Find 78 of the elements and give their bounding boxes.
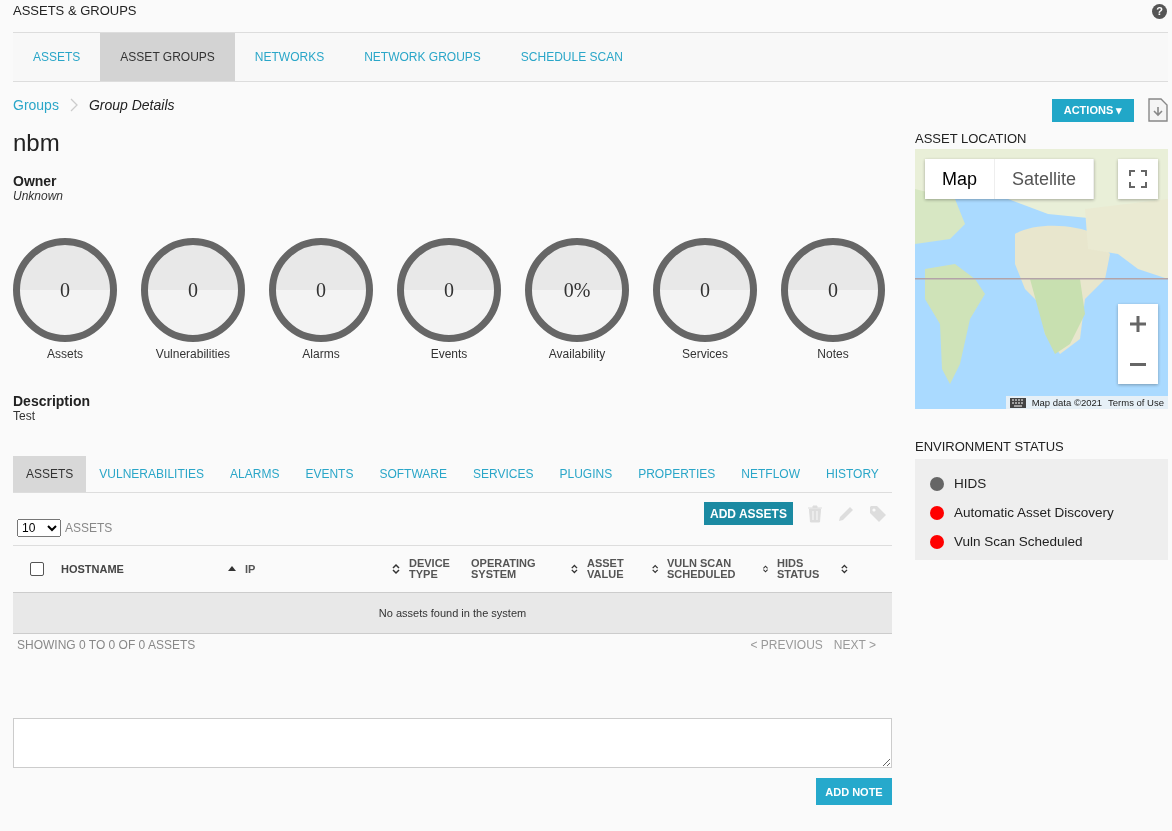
plus-icon xyxy=(1129,315,1147,333)
sort-up-icon[interactable] xyxy=(227,564,237,574)
zoom-in-button[interactable] xyxy=(1118,304,1158,344)
map-type-button[interactable]: Map xyxy=(925,159,995,199)
detail-tab[interactable]: SERVICES xyxy=(460,456,547,492)
column-header[interactable]: OPERATING SYSTEM xyxy=(471,558,571,580)
zoom-out-button[interactable] xyxy=(1118,344,1158,384)
detail-tab[interactable]: VULNERABILITIES xyxy=(86,456,218,492)
page-size-label: ASSETS xyxy=(65,521,113,535)
map-type-button[interactable]: Satellite xyxy=(995,159,1095,199)
nav-tab[interactable]: NETWORKS xyxy=(234,33,345,81)
stat-label: Events xyxy=(430,347,468,361)
detail-tab[interactable]: PLUGINS xyxy=(546,456,626,492)
page-title: ASSETS & GROUPS xyxy=(13,2,137,18)
nav-tab[interactable]: ASSETS xyxy=(13,33,101,81)
fullscreen-icon xyxy=(1129,170,1147,188)
chevron-icon xyxy=(69,98,78,112)
stat-label: Assets xyxy=(47,347,83,361)
minus-icon xyxy=(1129,362,1147,366)
actions-button[interactable]: ACTIONS ▾ xyxy=(1052,98,1134,122)
description-text: Test xyxy=(13,409,36,423)
column-header[interactable]: HOSTNAME xyxy=(61,563,124,575)
keyboard-icon[interactable] xyxy=(1009,397,1026,408)
stat-label: Vulnerabilities xyxy=(155,347,231,361)
stat-circle: 0 xyxy=(269,238,373,342)
sort-icon[interactable] xyxy=(762,563,769,575)
breadcrumb-link[interactable]: Groups xyxy=(13,97,59,113)
column-header[interactable]: DEVICE TYPE xyxy=(409,558,463,580)
detail-tab[interactable]: ALARMS xyxy=(217,456,293,492)
select-all-checkbox[interactable] xyxy=(30,562,44,576)
terms-link[interactable]: Terms of Use xyxy=(1108,397,1164,408)
nav-tab[interactable]: NETWORK GROUPS xyxy=(344,33,501,81)
column-header[interactable]: ASSET VALUE xyxy=(587,558,651,580)
group-name: nbm xyxy=(13,129,61,158)
map-attribution: Map data ©2021 xyxy=(1031,397,1103,408)
empty-message: No assets found in the system xyxy=(378,607,527,619)
note-field[interactable] xyxy=(13,718,892,768)
add-assets-button[interactable]: ADD ASSETS xyxy=(704,502,793,525)
breadcrumb-current: Group Details xyxy=(88,97,175,113)
stat-circle: 0 xyxy=(397,238,501,342)
sort-icon[interactable] xyxy=(840,563,849,575)
stat-circle: 0 xyxy=(141,238,245,342)
stat-label: Availability xyxy=(548,347,606,361)
column-header[interactable]: IP xyxy=(245,563,256,575)
stat-circle: 0% xyxy=(525,238,629,342)
nav-tab[interactable]: ASSET GROUPS xyxy=(100,33,235,81)
status-label: Automatic Asset Discovery xyxy=(954,505,1114,520)
download-icon[interactable] xyxy=(1148,98,1168,122)
detail-tab[interactable]: NETFLOW xyxy=(728,456,813,492)
sort-icon[interactable] xyxy=(391,563,401,575)
section-title: ASSET LOCATION xyxy=(915,131,1028,148)
detail-tab[interactable]: HISTORY xyxy=(812,456,892,492)
column-header[interactable]: HIDS STATUS xyxy=(777,558,841,580)
sort-icon[interactable] xyxy=(650,563,659,575)
add-note-button[interactable]: ADD NOTE xyxy=(816,778,892,805)
stat-label: Alarms xyxy=(302,347,340,361)
help-icon[interactable]: ? xyxy=(1152,3,1167,19)
nav-tab[interactable]: SCHEDULE SCAN xyxy=(500,33,643,81)
detail-tab[interactable]: EVENTS xyxy=(292,456,367,492)
stat-label: Notes xyxy=(817,347,849,361)
stat-circle: 0 xyxy=(653,238,757,342)
stat-label: Services xyxy=(682,347,728,361)
section-title: ENVIRONMENT STATUS xyxy=(915,439,1065,456)
description-label: Description xyxy=(13,393,91,409)
column-header[interactable]: VULN SCAN SCHEDULED xyxy=(667,558,762,580)
detail-tab[interactable]: PROPERTIES xyxy=(625,456,729,492)
fullscreen-button[interactable] xyxy=(1118,159,1158,199)
owner-label: Owner xyxy=(13,173,58,189)
sort-icon[interactable] xyxy=(570,563,579,575)
page-size-select[interactable]: 10 xyxy=(17,519,61,537)
detail-tab[interactable]: SOFTWARE xyxy=(366,456,460,492)
stat-circle: 0 xyxy=(781,238,885,342)
owner-value: Unknown xyxy=(13,189,65,203)
stat-circle: 0 xyxy=(13,238,117,342)
status-label: HIDS xyxy=(954,476,987,491)
status-label: Vuln Scan Scheduled xyxy=(954,534,1083,549)
table-summary: SHOWING 0 TO 0 OF 0 ASSETS xyxy=(17,638,196,652)
detail-tab[interactable]: ASSETS xyxy=(13,456,87,492)
